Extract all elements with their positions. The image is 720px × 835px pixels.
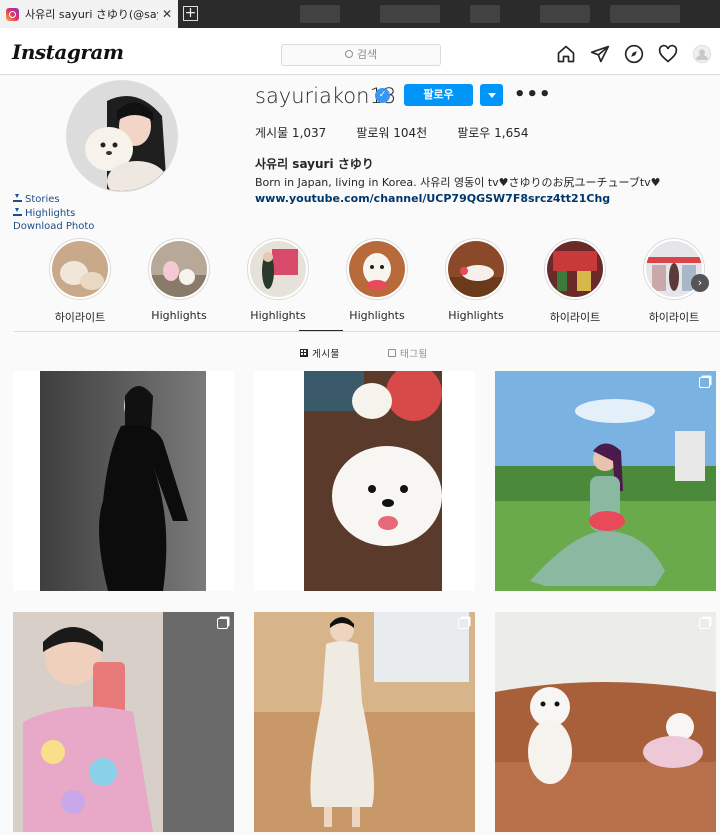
- profile-link[interactable]: www.youtube.com/channel/UCP79QGSW7F8srcz…: [255, 192, 610, 205]
- highlights-link[interactable]: Highlights: [25, 208, 75, 219]
- heart-icon[interactable]: [658, 44, 678, 64]
- highlight-item[interactable]: Highlights: [436, 238, 516, 322]
- multi-photo-icon: [699, 618, 710, 629]
- download-icon: [13, 194, 22, 202]
- side-links: Stories Highlights Download Photo: [13, 193, 94, 234]
- highlight-label: Highlights: [349, 309, 405, 322]
- post-woman-sitting-on-grass[interactable]: [495, 371, 716, 591]
- post-maternity-silhouette[interactable]: [13, 371, 234, 591]
- tabs-divider: [14, 331, 720, 332]
- search-input[interactable]: 검색: [281, 44, 441, 66]
- blurred-region: [300, 5, 340, 23]
- post-dogs-on-sofa[interactable]: [495, 612, 716, 832]
- followers-count[interactable]: 팔로워 104천: [356, 124, 427, 141]
- highlight-label: 하이라이트: [648, 311, 700, 324]
- download-icon: [13, 207, 22, 216]
- search-placeholder: 검색: [356, 48, 378, 61]
- blurred-region: [380, 5, 440, 23]
- tab-title: 사유리 sayuri さゆり(@sayuriakon: [25, 8, 158, 21]
- top-navigation: Instagram 검색: [0, 28, 720, 75]
- story-highlights: 하이라이트 Highlights Highlights Highlights H…: [40, 238, 720, 328]
- tagged-icon: [388, 349, 396, 357]
- tab-close-icon[interactable]: ✕: [162, 7, 172, 21]
- verified-badge-icon: ✓: [375, 88, 390, 103]
- profile-stats: 게시물 1,037 팔로워 104천 팔로우 1,654: [255, 124, 528, 141]
- direct-message-icon[interactable]: [590, 44, 610, 64]
- highlight-item[interactable]: Highlights: [337, 238, 417, 322]
- tab-posts[interactable]: 게시물: [300, 346, 340, 360]
- browser-tab-bar: 사유리 sayuri さゆり(@sayuriakon ✕ +: [0, 0, 720, 28]
- follow-button[interactable]: 팔로우: [404, 84, 473, 106]
- active-tab-indicator: [299, 330, 343, 331]
- blurred-region: [470, 5, 500, 23]
- highlight-label: Highlights: [448, 309, 504, 322]
- highlight-item[interactable]: Highlights: [139, 238, 219, 322]
- grid-icon: [300, 349, 308, 357]
- post-white-dress-portrait[interactable]: [254, 612, 475, 832]
- tab-tagged-label: 태그됨: [400, 349, 428, 360]
- highlight-label: 하이라이트: [549, 311, 601, 324]
- highlight-label: Highlights: [151, 309, 207, 322]
- tab-posts-label: 게시물: [312, 349, 340, 360]
- blurred-region: [610, 5, 680, 23]
- home-icon[interactable]: [556, 44, 576, 64]
- profile-full-name: 사유리 sayuri さゆり: [255, 157, 374, 171]
- multi-photo-icon: [217, 618, 228, 629]
- profile-bio: Born in Japan, living in Korea. 사유리 영동이 …: [255, 176, 661, 189]
- download-photo-link[interactable]: Download Photo: [13, 220, 94, 234]
- instagram-logo[interactable]: Instagram: [12, 40, 124, 64]
- more-options-button[interactable]: •••: [514, 84, 552, 105]
- post-mirror-selfie[interactable]: [13, 612, 234, 832]
- highlight-label: Highlights: [250, 309, 306, 322]
- new-tab-button[interactable]: +: [183, 6, 198, 21]
- explore-icon[interactable]: [624, 44, 644, 64]
- suggested-dropdown-button[interactable]: [480, 84, 503, 106]
- highlight-label: 하이라이트: [54, 311, 106, 324]
- profile-avatar-icon[interactable]: [692, 44, 712, 64]
- highlights-next-button[interactable]: ›: [691, 274, 709, 292]
- instagram-favicon-icon: [6, 7, 19, 21]
- highlight-item[interactable]: 하이라이트: [40, 238, 120, 325]
- posts-count: 게시물 1,037: [255, 126, 327, 140]
- multi-photo-icon: [699, 377, 710, 388]
- profile-avatar[interactable]: [66, 80, 178, 192]
- browser-tab[interactable]: 사유리 sayuri さゆり(@sayuriakon ✕: [0, 0, 178, 28]
- tab-tagged[interactable]: 태그됨: [388, 346, 428, 360]
- search-icon: [344, 50, 353, 58]
- post-white-puppy-closeup[interactable]: [254, 371, 475, 591]
- highlight-item[interactable]: Highlights: [238, 238, 318, 322]
- stories-link[interactable]: Stories: [25, 194, 60, 205]
- multi-photo-icon: [458, 618, 469, 629]
- highlight-item[interactable]: 하이라이트: [535, 238, 615, 325]
- blurred-region: [540, 5, 590, 23]
- following-count[interactable]: 팔로우 1,654: [457, 124, 528, 141]
